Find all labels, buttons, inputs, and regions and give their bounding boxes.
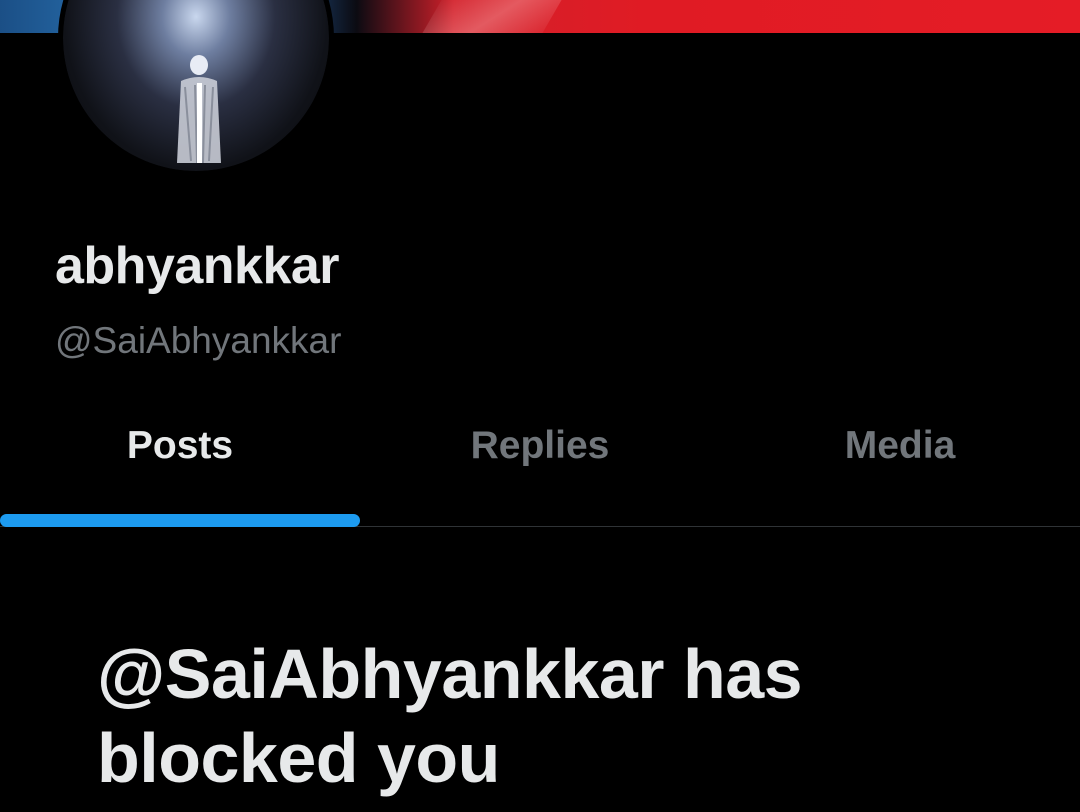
- profile-avatar[interactable]: [58, 0, 334, 176]
- banner-highlight: [412, 0, 568, 33]
- tab-posts[interactable]: Posts: [0, 400, 360, 526]
- tab-posts-label: Posts: [126, 424, 234, 467]
- profile-handle: @SaiAbhyankkar: [55, 320, 342, 361]
- avatar-performer-figure: [177, 55, 221, 164]
- profile-page: abhyankkar @SaiAbhyankkar Posts Replies …: [0, 0, 1080, 812]
- profile-display-name: abhyankkar: [55, 237, 340, 295]
- profile-tabs: Posts Replies Media: [0, 400, 1080, 527]
- tab-replies-label: Replies: [470, 424, 610, 467]
- active-tab-indicator: [0, 514, 360, 527]
- tab-media[interactable]: Media: [720, 400, 1080, 526]
- tab-media-label: Media: [844, 424, 956, 467]
- blocked-notice-heading: @SaiAbhyankkar has blocked you: [97, 635, 803, 797]
- tab-replies[interactable]: Replies: [360, 400, 720, 526]
